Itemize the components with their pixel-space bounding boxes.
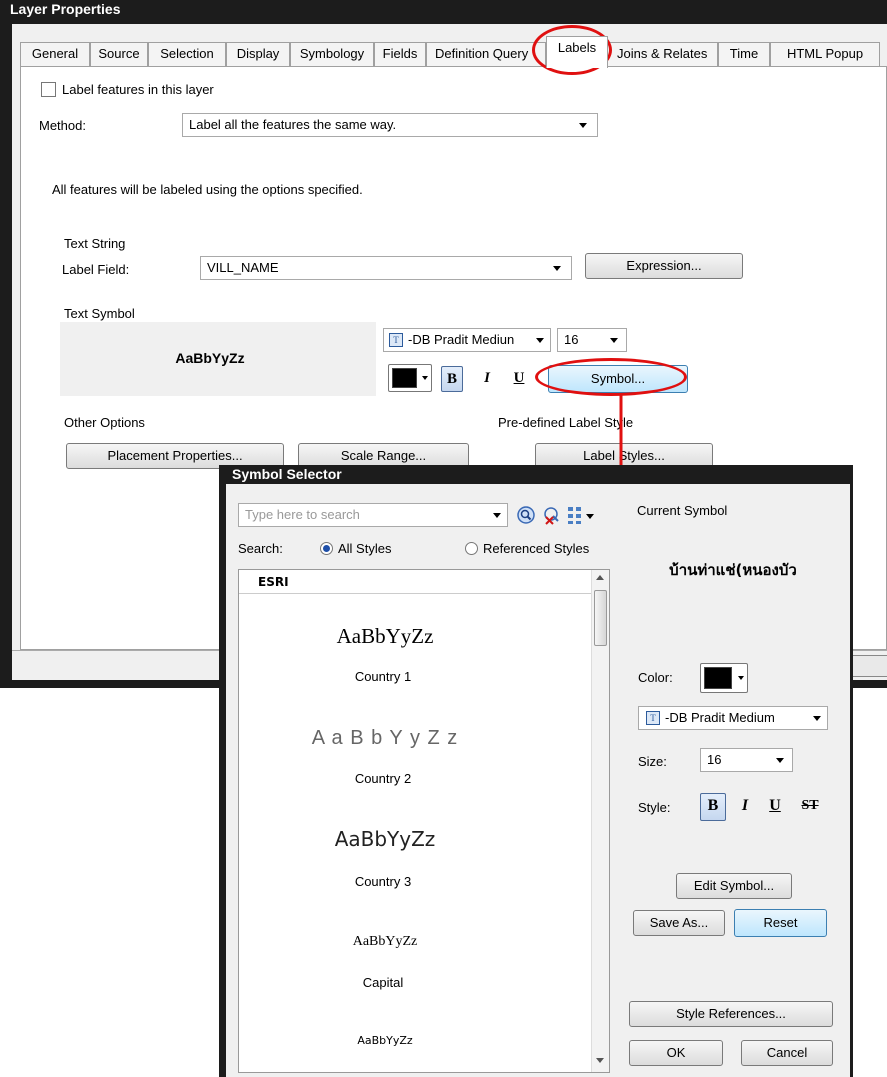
text-symbol-heading: Text Symbol (64, 306, 135, 321)
cancel-button[interactable]: Cancel (741, 1040, 833, 1066)
symbol-font-value: -DB Pradit Medium (665, 710, 775, 725)
method-label: Method: (39, 118, 86, 133)
chevron-down-icon (422, 376, 428, 380)
info-text: All features will be labeled using the o… (52, 182, 363, 197)
current-symbol-label: Current Symbol (637, 503, 728, 518)
method-value: Label all the features the same way. (189, 117, 397, 132)
all-styles-label: All Styles (338, 541, 392, 556)
chevron-down-icon (579, 123, 587, 128)
text-string-heading: Text String (64, 236, 126, 251)
size-label: Size: (638, 754, 667, 769)
symbol-sample-capital[interactable]: AaBbYyZz (240, 934, 530, 950)
size-dropdown[interactable]: 16 (557, 328, 627, 352)
layer-properties-title: Layer Properties (10, 1, 121, 17)
style-references-button[interactable]: Style References... (629, 1001, 833, 1027)
color-label: Color: (638, 670, 673, 685)
save-as-button[interactable]: Save As... (633, 910, 725, 936)
truetype-font-icon: T (389, 333, 403, 347)
ok-button[interactable]: OK (629, 1040, 723, 1066)
clear-search-icon[interactable] (542, 505, 562, 525)
symbol-font-dropdown[interactable]: T -DB Pradit Medium (638, 706, 828, 730)
tab-source[interactable]: Source (90, 42, 148, 66)
italic-button[interactable]: I (476, 366, 498, 392)
scrollbar-thumb[interactable] (594, 590, 607, 646)
group-header (239, 570, 591, 594)
symbol-name-country-3: Country 3 (354, 874, 412, 889)
tab-joins-relates[interactable]: Joins & Relates (604, 42, 718, 66)
label-features-label: Label features in this layer (62, 82, 214, 97)
symbol-sample-country-1[interactable]: AaBbYyZz (240, 624, 530, 649)
label-field-value: VILL_NAME (207, 260, 279, 275)
style-strikethrough-button[interactable]: ST (796, 794, 824, 820)
tab-symbology[interactable]: Symbology (290, 42, 374, 66)
font-dropdown[interactable]: T -DB Pradit Mediun (383, 328, 551, 352)
chevron-down-icon (738, 676, 744, 680)
label-field-label: Label Field: (62, 262, 130, 277)
method-dropdown[interactable]: Label all the features the same way. (182, 113, 598, 137)
style-italic-button[interactable]: I (734, 794, 756, 820)
tab-display[interactable]: Display (226, 42, 290, 66)
view-options-icon[interactable] (566, 504, 596, 526)
symbol-sample-country-2[interactable]: A a B b Y y Z z (240, 727, 530, 750)
tab-html-popup[interactable]: HTML Popup (770, 42, 880, 66)
chevron-down-icon (493, 513, 501, 518)
group-header-label: ESRI (258, 575, 289, 589)
style-bold-button[interactable]: B (700, 793, 726, 821)
chevron-down-icon (536, 338, 544, 343)
scroll-up-icon[interactable] (596, 575, 604, 580)
style-label: Style: (638, 800, 671, 815)
font-value: -DB Pradit Mediun (408, 332, 515, 347)
color-picker[interactable] (388, 364, 432, 392)
label-features-checkbox[interactable] (41, 82, 56, 97)
size-value: 16 (564, 332, 579, 347)
search-input[interactable]: Type here to search (238, 503, 508, 527)
search-icon[interactable] (516, 505, 536, 525)
referenced-styles-radio[interactable] (465, 542, 478, 555)
symbol-sample-5[interactable]: AaBbYyZz (240, 1034, 530, 1047)
chevron-down-icon (553, 266, 561, 271)
tab-labels[interactable]: Labels (546, 36, 608, 68)
symbol-color-picker[interactable] (700, 663, 748, 693)
underline-button[interactable]: U (508, 366, 530, 392)
label-field-dropdown[interactable]: VILL_NAME (200, 256, 572, 280)
dialog-button[interactable] (852, 655, 887, 677)
other-options-heading: Other Options (64, 415, 145, 430)
tab-definition-query[interactable]: Definition Query (426, 42, 546, 66)
symbol-name-country-1: Country 1 (354, 669, 412, 684)
all-styles-radio[interactable] (320, 542, 333, 555)
symbol-list-scrollbar[interactable] (591, 570, 609, 1072)
chevron-down-icon (813, 716, 821, 721)
symbol-selector-title: Symbol Selector (232, 466, 342, 482)
tab-general[interactable]: General (20, 42, 90, 66)
truetype-font-icon: T (646, 711, 660, 725)
chevron-down-icon (610, 338, 618, 343)
symbol-button-highlight-circle (535, 358, 687, 396)
search-label: Search: (238, 541, 283, 556)
text-symbol-preview: AaBbYyZz (60, 322, 376, 396)
symbol-size-dropdown[interactable]: 16 (700, 748, 793, 772)
preview-text: AaBbYyZz (175, 350, 245, 366)
reset-button[interactable]: Reset (734, 909, 827, 937)
scroll-down-icon[interactable] (596, 1058, 604, 1063)
symbol-color-swatch (704, 667, 732, 689)
referenced-styles-label: Referenced Styles (483, 541, 590, 556)
current-symbol-preview: บ้านท่าแช่(หนองบัว (669, 561, 797, 579)
search-placeholder: Type here to search (245, 507, 360, 522)
tab-fields[interactable]: Fields (374, 42, 426, 66)
symbol-sample-country-3[interactable]: AaBbYyZz (240, 827, 530, 851)
symbol-name-capital: Capital (362, 975, 404, 990)
expression-button[interactable]: Expression... (585, 253, 743, 279)
edit-symbol-button[interactable]: Edit Symbol... (676, 873, 792, 899)
color-swatch (392, 368, 417, 388)
bold-button[interactable]: B (441, 366, 463, 392)
chevron-down-icon (776, 758, 784, 763)
tab-selection[interactable]: Selection (148, 42, 226, 66)
symbol-size-value: 16 (707, 752, 722, 767)
symbol-name-country-2: Country 2 (354, 771, 412, 786)
tab-time[interactable]: Time (718, 42, 770, 66)
style-underline-button[interactable]: U (764, 794, 786, 820)
